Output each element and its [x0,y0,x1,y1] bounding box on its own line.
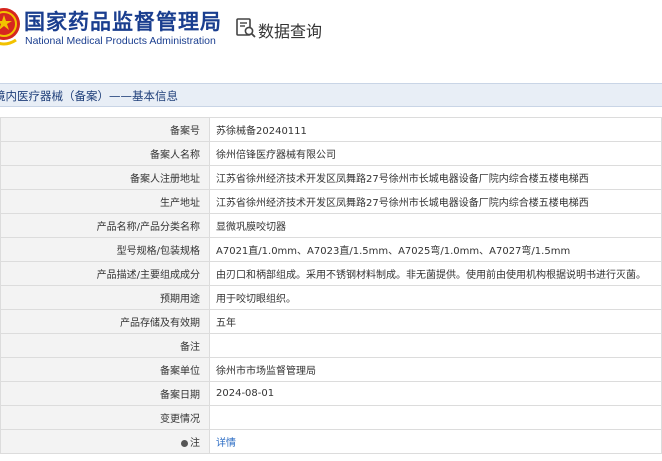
row-label-text: 注 [190,438,200,449]
table-row: 产品描述/主要组成成分 由刃口和柄部组成。采用不锈钢材料制成。非无菌提供。使用前由… [0,261,662,286]
search-icon [236,18,256,38]
details-link[interactable]: 详情 [216,438,236,449]
row-value: 徐州倍锋医疗器械有限公司 [209,141,662,166]
table-row: 生产地址 江苏省徐州经济技术开发区凤舞路27号徐州市长城电器设备厂院内综合楼五楼电… [0,189,662,214]
row-label: 变更情况 [0,405,210,430]
section-title: 境内医疗器械（备案）——基本信息 [0,89,178,103]
table-row: 产品存储及有效期 五年 [0,309,662,334]
row-label: 备案单位 [0,357,210,382]
row-label: 产品描述/主要组成成分 [0,261,210,286]
row-label: 生产地址 [0,189,210,214]
table-row: 备案号 苏徐械备20240111 [0,117,662,142]
brand-name-cn: 国家药品监督管理局 [24,10,222,34]
row-value: 五年 [209,309,662,334]
row-label: 注 [0,429,210,454]
emblem-icon [0,8,20,46]
brand-name-en: National Medical Products Administration [25,35,216,47]
table-row: 备案日期 2024-08-01 [0,381,662,406]
row-value: 详情 [209,429,662,454]
section-title-bar: 境内医疗器械（备案）——基本信息 [0,83,662,107]
row-label: 预期用途 [0,285,210,310]
row-value: 显微巩膜咬切器 [209,213,662,238]
row-label: 产品名称/产品分类名称 [0,213,210,238]
row-value [209,405,662,430]
table-row: 预期用途 用于咬切眼组织。 [0,285,662,310]
row-label: 备注 [0,333,210,358]
row-label: 备案人注册地址 [0,165,210,190]
table-row: 备案人注册地址 江苏省徐州经济技术开发区凤舞路27号徐州市长城电器设备厂院内综合楼… [0,165,662,190]
table-row: 注 详情 [0,429,662,454]
table-row: 备案单位 徐州市市场监督管理局 [0,357,662,382]
row-label: 产品存储及有效期 [0,309,210,334]
row-label: 备案日期 [0,381,210,406]
row-value: 苏徐械备20240111 [209,117,662,142]
row-label: 型号规格/包装规格 [0,237,210,262]
info-table: 备案号 苏徐械备20240111 备案人名称 徐州倍锋医疗器械有限公司 备案人注册地址江… [0,117,662,454]
table-row: 变更情况 [0,405,662,430]
table-row: 产品名称/产品分类名称 显微巩膜咬切器 [0,213,662,238]
row-value: 由刃口和柄部组成。采用不锈钢材料制成。非无菌提供。使用前由使用机构根据说明书进行… [209,261,662,286]
row-label: 备案人名称 [0,141,210,166]
row-value [209,333,662,358]
row-value: A7021直/1.0mm、A7023直/1.5mm、A7025弯/1.0mm、A… [209,237,662,262]
table-row: 备案人名称 徐州倍锋医疗器械有限公司 [0,141,662,166]
data-query-title: 数据查询 [258,22,323,41]
row-value: 江苏省徐州经济技术开发区凤舞路27号徐州市长城电器设备厂院内综合楼五楼电梯西 [209,165,662,190]
row-value: 2024-08-01 [209,381,662,406]
note-dot-icon [181,439,188,447]
table-row: 备注 [0,333,662,358]
row-value: 徐州市市场监督管理局 [209,357,662,382]
row-label: 备案号 [0,117,210,142]
site-header: 国家药品监督管理局 National Medical Products Admi… [0,0,662,64]
row-value: 用于咬切眼组织。 [209,285,662,310]
table-row: 型号规格/包装规格 A7021直/1.0mm、A7023直/1.5mm、A7025… [0,237,662,262]
row-value: 江苏省徐州经济技术开发区凤舞路27号徐州市长城电器设备厂院内综合楼五楼电梯西 [209,189,662,214]
